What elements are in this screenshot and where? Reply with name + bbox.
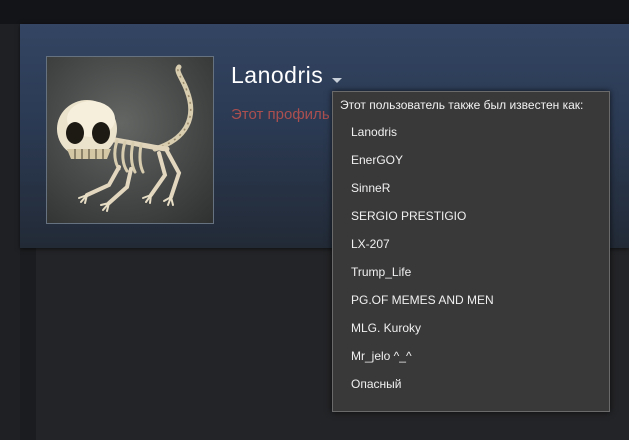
alias-item: Trump_Life xyxy=(351,265,412,279)
top-navigation-strip xyxy=(0,0,629,24)
aliases-title: Этот пользователь также был известен как… xyxy=(340,98,584,112)
alias-item: MLG. Kuroky xyxy=(351,321,422,335)
alias-item: LX-207 xyxy=(351,237,390,251)
alias-item: SinneR xyxy=(351,181,391,195)
left-side-column xyxy=(0,24,20,440)
profile-avatar[interactable] xyxy=(46,56,214,224)
alias-item: Опасный xyxy=(351,377,402,391)
private-profile-notice: Этот профиль xyxy=(231,106,330,123)
caret-down-icon[interactable] xyxy=(332,78,342,83)
alias-item: Mr_jelo ^_^ xyxy=(351,349,412,363)
persona-name[interactable]: Lanodris xyxy=(231,62,323,89)
alias-item: SERGIO PRESTIGIO xyxy=(351,209,467,223)
aliases-list: Lanodris EnerGOY SinneR SERGIO PRESTIGIO… xyxy=(351,124,494,404)
alias-item: Lanodris xyxy=(351,125,398,139)
alias-item: EnerGOY xyxy=(351,153,404,167)
past-aliases-popup: Этот пользователь также был известен как… xyxy=(332,91,610,412)
skeleton-avatar-icon xyxy=(57,64,194,212)
alias-item: PG.OF MEMES AND MEN xyxy=(351,293,494,307)
